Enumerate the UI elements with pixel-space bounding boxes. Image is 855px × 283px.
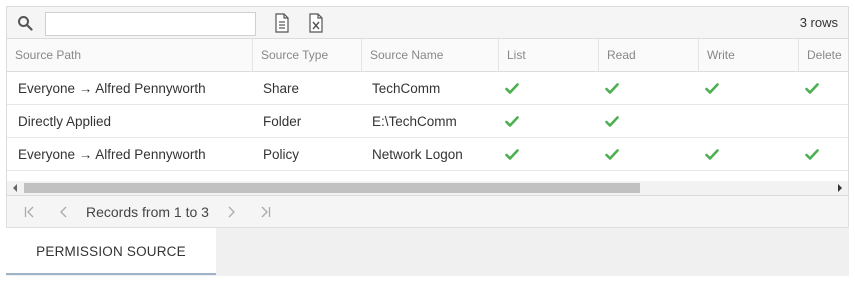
- previous-page-icon[interactable]: [57, 205, 71, 219]
- tab-bar: PERMISSION SOURCE: [6, 228, 849, 276]
- horizontal-scrollbar[interactable]: [7, 181, 848, 195]
- column-header-source-path[interactable]: Source Path: [7, 39, 252, 72]
- grid-header: Source Path Source Type Source Name List…: [7, 39, 848, 72]
- write-check-icon: [705, 149, 719, 160]
- export-text-icon[interactable]: [273, 13, 291, 33]
- permissions-panel: 3 rows Source Path Source Type Source Na…: [6, 6, 849, 196]
- table-row[interactable]: Directly Applied Folder E:\TechComm: [7, 105, 848, 138]
- table-row[interactable]: Everyone → Alfred Pennyworth Share TechCom…: [7, 72, 848, 105]
- write-check-icon: [705, 83, 719, 94]
- list-check-icon: [505, 116, 519, 127]
- table-row[interactable]: Everyone → Alfred Pennyworth Policy Networ…: [7, 138, 848, 171]
- delete-check-icon: [805, 149, 819, 160]
- scroll-right-icon[interactable]: [836, 184, 844, 192]
- read-check-icon: [605, 83, 619, 94]
- permissions-grid: Source Path Source Type Source Name List…: [7, 39, 848, 174]
- cell-source-name: E:\TechComm: [372, 114, 457, 129]
- list-check-icon: [505, 83, 519, 94]
- read-check-icon: [605, 116, 619, 127]
- cell-source-name: TechComm: [372, 81, 441, 96]
- scroll-left-icon[interactable]: [11, 184, 19, 192]
- search-input[interactable]: [45, 12, 256, 36]
- search-icon[interactable]: [17, 15, 33, 31]
- column-header-read[interactable]: Read: [598, 39, 698, 72]
- cell-source-type: Policy: [263, 147, 300, 162]
- export-excel-icon[interactable]: [307, 13, 325, 33]
- cell-source-path: Everyone → Alfred Pennyworth: [18, 147, 206, 162]
- first-page-icon[interactable]: [23, 205, 37, 219]
- next-page-icon[interactable]: [224, 205, 238, 219]
- column-header-delete[interactable]: Delete: [798, 39, 848, 72]
- row-count: 3 rows: [799, 15, 838, 30]
- delete-check-icon: [805, 83, 819, 94]
- cell-source-path: Directly Applied: [18, 114, 112, 129]
- column-header-source-type[interactable]: Source Type: [252, 39, 361, 72]
- cell-source-type: Share: [263, 81, 300, 96]
- last-page-icon[interactable]: [258, 205, 272, 219]
- column-header-list[interactable]: List: [498, 39, 598, 72]
- column-header-write[interactable]: Write: [698, 39, 798, 72]
- read-check-icon: [605, 149, 619, 160]
- records-range: Records from 1 to 3: [86, 204, 209, 220]
- pager: Records from 1 to 3: [6, 196, 849, 228]
- tab-label: PERMISSION SOURCE: [36, 244, 186, 259]
- tab-permission-source[interactable]: PERMISSION SOURCE: [6, 228, 216, 275]
- cell-source-type: Folder: [263, 114, 302, 129]
- column-header-source-name[interactable]: Source Name: [361, 39, 498, 72]
- list-check-icon: [505, 149, 519, 160]
- cell-source-name: Network Logon: [372, 147, 463, 162]
- cell-source-path: Everyone → Alfred Pennyworth: [18, 81, 206, 96]
- scrollbar-thumb[interactable]: [24, 183, 640, 193]
- toolbar: 3 rows: [7, 7, 848, 39]
